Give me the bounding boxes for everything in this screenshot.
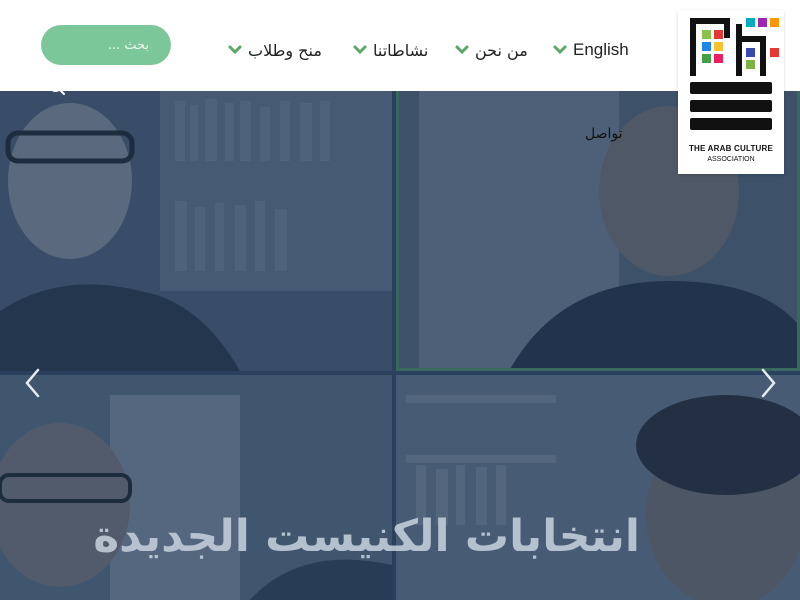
logo-tile [746, 60, 755, 69]
logo-tile [702, 54, 711, 63]
nav-item-english[interactable]: English [553, 38, 629, 62]
logo-tile [702, 30, 711, 39]
logo-tile [746, 48, 755, 57]
logo-english-line1: THE ARAB CULTURE [688, 144, 774, 153]
nav-label-activities: نشاطاتنا [373, 40, 429, 60]
logo-tile [714, 30, 723, 39]
chevron-right-icon[interactable] [759, 366, 779, 400]
chevron-down-icon [553, 45, 567, 55]
chevron-down-icon [353, 45, 367, 55]
search-input[interactable] [41, 25, 171, 65]
logo-tile [714, 42, 723, 51]
logo-tile [702, 42, 711, 51]
chevron-down-icon [228, 45, 242, 55]
search-icon[interactable] [48, 78, 66, 96]
logo-tile [758, 18, 767, 27]
nav-label-about: من نحن [475, 40, 528, 60]
nav-item-grants[interactable]: منح وطلاب [228, 38, 322, 62]
nav-label-grants: منح وطلاب [248, 40, 322, 60]
site-logo[interactable]: THE ARAB CULTURE ASSOCIATION [678, 10, 784, 174]
hero-title: انتخابات الكنيست الجديدة [93, 511, 640, 562]
nav-item-about[interactable]: من نحن [455, 38, 528, 62]
nav-item-activities[interactable]: نشاطاتنا [353, 38, 428, 62]
logo-tile [770, 48, 779, 57]
chevron-down-icon [455, 45, 469, 55]
chevron-left-icon[interactable] [22, 366, 42, 400]
logo-mark [690, 18, 779, 130]
logo-english-line2: ASSOCIATION [707, 156, 755, 163]
logo-tile [746, 18, 755, 27]
nav-item-contact[interactable]: تواصل [585, 126, 623, 142]
nav-label-english: English [573, 40, 629, 59]
logo-tile [714, 54, 723, 63]
logo-tile [770, 18, 779, 27]
